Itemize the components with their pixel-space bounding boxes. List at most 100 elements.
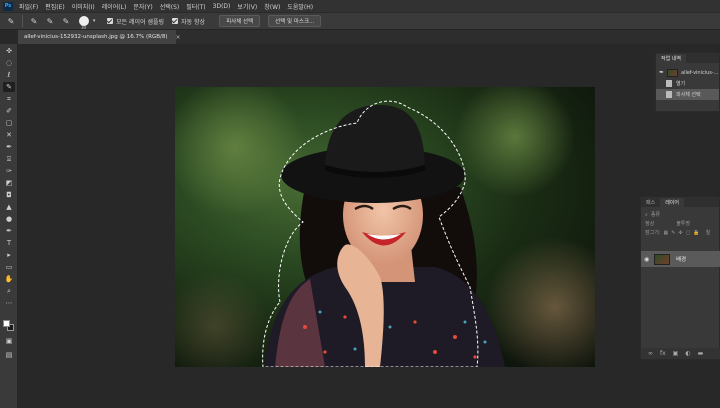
history-snapshot[interactable]: ✒ allef-vinicius-... xyxy=(656,67,719,78)
eye-icon[interactable]: ◉ xyxy=(644,256,654,263)
history-state-icon xyxy=(666,80,672,87)
layers-panel: 패스 레이어 ⌕ 종류 정상 불투명 잠그기: ▦ ✎ ✜ ▢ 🔒 칠 ◉ 배경… xyxy=(640,196,720,360)
layer-thumbnail xyxy=(654,253,670,265)
history-brush-source-icon[interactable]: ✒ xyxy=(659,69,665,76)
pen-tool-icon[interactable]: ✒ xyxy=(3,226,15,236)
document-tab[interactable]: allef-vinicius-152932-unsplash.jpg @ 16.… xyxy=(18,30,181,44)
menu-view[interactable]: 보기(V) xyxy=(237,2,257,11)
history-item-label: 열기 xyxy=(676,81,686,87)
document-tab-title: allef-vinicius-152932-unsplash.jpg @ 16.… xyxy=(24,34,168,40)
path-selection-tool-icon[interactable]: ▸ xyxy=(3,250,15,260)
lock-pixels-icon[interactable]: ✎ xyxy=(671,230,675,236)
history-brush-tool-icon[interactable]: ✑ xyxy=(3,166,15,176)
lock-position-icon[interactable]: ✜ xyxy=(678,230,682,236)
fx-icon[interactable]: fx xyxy=(660,350,666,357)
search-icon: ⌕ xyxy=(645,211,648,218)
type-tool-icon[interactable]: T xyxy=(3,238,15,248)
blend-mode-row[interactable]: 정상 불투명 xyxy=(641,219,719,228)
quick-selection-tool-icon[interactable]: ✎ xyxy=(6,16,16,26)
tools-panel: ✜ ◌ ℓ ✎ ⌗ ✐ ▢ ✕ ✒ ⍓ ✑ ◩ ◘ ▲ ● ✒ T ▸ ▭ ✋ … xyxy=(0,44,18,408)
menu-type[interactable]: 문자(Y) xyxy=(133,2,152,11)
auto-enhance-checkbox[interactable] xyxy=(172,18,179,24)
healing-brush-tool-icon[interactable]: ✕ xyxy=(3,130,15,140)
lock-row: 잠그기: ▦ ✎ ✜ ▢ 🔒 칠 xyxy=(641,228,719,237)
photoshop-logo: Ps xyxy=(3,1,13,11)
history-item[interactable]: 열기 xyxy=(656,78,719,89)
foreground-color-swatch[interactable] xyxy=(3,320,10,327)
opacity-label: 불투명 xyxy=(676,221,691,227)
menu-file[interactable]: 파일(F) xyxy=(19,2,38,11)
history-state-icon xyxy=(666,91,672,98)
lasso-tool-icon[interactable]: ℓ xyxy=(3,70,15,80)
menu-filter[interactable]: 필터(T) xyxy=(186,2,205,11)
snapshot-label: allef-vinicius-... xyxy=(681,69,719,76)
lock-artboard-icon[interactable]: ▢ xyxy=(686,230,691,236)
link-icon[interactable]: ∞ xyxy=(648,350,653,357)
menu-edit[interactable]: 편집(E) xyxy=(45,2,65,11)
clone-stamp-tool-icon[interactable]: ⍓ xyxy=(3,154,15,164)
subtract-from-selection-icon[interactable]: ✎ xyxy=(61,16,71,26)
new-selection-icon[interactable]: ✎ xyxy=(29,16,39,26)
frame-tool-icon[interactable]: ▢ xyxy=(3,118,15,128)
paint-bucket-tool-icon[interactable]: ◘ xyxy=(3,190,15,200)
history-panel-header: 작업 내역 xyxy=(656,53,719,63)
fill-label: 칠 xyxy=(705,230,711,236)
auto-enhance-label: 자동 향상 xyxy=(181,18,206,26)
hand-tool-icon[interactable]: ✋ xyxy=(3,274,15,284)
document-image[interactable] xyxy=(175,87,595,367)
chevron-down-icon[interactable]: ▾ xyxy=(89,16,99,26)
group-icon[interactable]: ▬ xyxy=(698,350,704,357)
snapshot-thumbnail xyxy=(667,68,678,77)
eraser-tool-icon[interactable]: ◩ xyxy=(3,178,15,188)
menu-3d[interactable]: 3D(D) xyxy=(213,3,231,10)
select-subject-button[interactable]: 피사체 선택 xyxy=(219,15,261,27)
menu-layer[interactable]: 레이어(L) xyxy=(102,2,127,11)
adjustment-icon[interactable]: ◐ xyxy=(685,350,690,357)
lock-transparency-icon[interactable]: ▦ xyxy=(664,230,669,236)
layers-panel-header: 패스 레이어 xyxy=(641,197,719,207)
menu-window[interactable]: 창(W) xyxy=(264,2,280,11)
screen-mode-icon[interactable]: ▤ xyxy=(3,350,15,360)
layers-footer: ∞ fx ▣ ◐ ▬ xyxy=(641,348,720,359)
eyedropper-tool-icon[interactable]: ✐ xyxy=(3,106,15,116)
layer-row-background[interactable]: ◉ 배경 xyxy=(641,251,720,267)
tab-layers[interactable]: 레이어 xyxy=(660,198,685,207)
menu-help[interactable]: 도움말(H) xyxy=(287,2,313,11)
brush-preview-icon[interactable] xyxy=(79,16,89,26)
sample-all-layers-label: 모든 레이어 샘플링 xyxy=(116,18,165,26)
quick-mask-icon[interactable]: ▣ xyxy=(3,336,15,346)
move-tool-icon[interactable]: ✜ xyxy=(3,46,15,56)
layer-filter-row[interactable]: ⌕ 종류 xyxy=(641,210,719,219)
add-to-selection-icon[interactable]: ✎ xyxy=(45,16,55,26)
tab-history[interactable]: 작업 내역 xyxy=(656,54,686,63)
marquee-tool-icon[interactable]: ◌ xyxy=(3,58,15,68)
menu-bar: Ps 파일(F) 편집(E) 이미지(I) 레이어(L) 문자(Y) 선택(S)… xyxy=(0,0,720,12)
dodge-tool-icon[interactable]: ● xyxy=(3,214,15,224)
history-item-label: 피사체 선택 xyxy=(676,92,701,98)
photo-artwork xyxy=(175,87,595,367)
lock-label: 잠그기: xyxy=(645,230,661,236)
select-and-mask-button[interactable]: 선택 및 마스크... xyxy=(268,15,322,27)
blur-tool-icon[interactable]: ▲ xyxy=(3,202,15,212)
blend-mode-select[interactable]: 정상 xyxy=(645,220,654,227)
document-tab-bar: allef-vinicius-152932-unsplash.jpg @ 16.… xyxy=(18,30,720,44)
mask-icon[interactable]: ▣ xyxy=(673,350,679,357)
close-icon[interactable]: × xyxy=(176,34,181,41)
layer-name: 배경 xyxy=(676,257,687,263)
brush-tool-icon[interactable]: ✒ xyxy=(3,142,15,152)
divider xyxy=(22,15,23,27)
history-item[interactable]: 피사체 선택 xyxy=(656,89,719,100)
more-tools-icon[interactable]: ⋯ xyxy=(3,298,15,308)
canvas-area[interactable] xyxy=(18,44,638,408)
crop-tool-icon[interactable]: ⌗ xyxy=(3,94,15,104)
zoom-tool-icon[interactable]: ⌕ xyxy=(3,286,15,296)
tab-paths[interactable]: 패스 xyxy=(641,198,660,207)
menu-image[interactable]: 이미지(I) xyxy=(72,2,95,11)
layer-filter-label: 종류 xyxy=(650,212,661,218)
rectangle-tool-icon[interactable]: ▭ xyxy=(3,262,15,272)
menu-select[interactable]: 선택(S) xyxy=(160,2,180,11)
lock-all-icon[interactable]: 🔒 xyxy=(693,230,699,236)
quick-selection-tool-icon[interactable]: ✎ xyxy=(3,82,15,92)
options-bar: ✎ ✎ ✎ ✎ 30 ▾ 모든 레이어 샘플링 자동 향상 피사체 선택 선택 … xyxy=(0,12,720,30)
sample-all-layers-checkbox[interactable] xyxy=(107,18,114,24)
